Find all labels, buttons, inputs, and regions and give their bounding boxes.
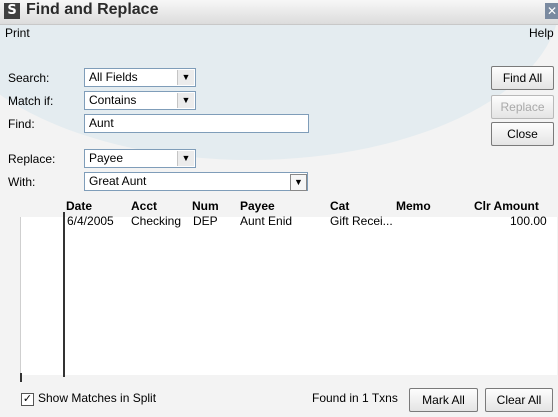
match-label: Match if: [8,94,54,108]
replace-field-select[interactable]: Payee ▼ [84,149,196,168]
search-select[interactable]: All Fields ▼ [84,68,196,87]
title-bar: S Find and Replace ✕ [0,0,558,25]
chevron-down-icon[interactable]: ▼ [177,93,194,108]
found-count-text: Found in 1 Txns [312,391,398,405]
col-header-clr-amount[interactable]: Clr Amount [474,199,539,213]
find-input-value: Aunt [89,116,114,130]
col-header-memo[interactable]: Memo [396,199,431,213]
menu-help[interactable]: Help [529,26,554,40]
with-input-value: Great Aunt [89,174,147,188]
show-matches-checkbox[interactable]: ✓ [21,393,34,406]
window-title: Find and Replace [26,1,159,18]
find-input[interactable]: Aunt [84,114,309,133]
search-select-value: All Fields [89,70,138,84]
cell-num: DEP [193,214,218,228]
cell-amount: 100.00 [510,214,547,228]
col-header-payee[interactable]: Payee [240,199,275,213]
find-all-button[interactable]: Find All [491,66,554,90]
col-header-acct[interactable]: Acct [131,199,157,213]
find-label: Find: [8,117,35,131]
cell-cat: Gift Recei... [330,214,393,228]
replace-label: Replace: [8,152,56,166]
match-select-value: Contains [89,93,137,107]
match-select[interactable]: Contains ▼ [84,91,196,110]
dropdown-arrow-icon[interactable]: ▼ [290,174,307,191]
chevron-down-icon[interactable]: ▼ [177,70,194,85]
cell-payee: Aunt Enid [240,214,293,228]
column-divider [63,212,65,377]
menu-bar: Print Help [0,24,558,42]
col-header-cat[interactable]: Cat [330,199,349,213]
find-replace-window: S Find and Replace ✕ Print Help Search: … [0,0,558,417]
results-grid[interactable] [20,217,557,375]
chevron-down-icon[interactable]: ▼ [177,151,194,166]
replace-select-value: Payee [89,151,124,165]
col-header-date[interactable]: Date [66,199,92,213]
with-input[interactable]: Great Aunt ▼ [84,172,308,191]
replace-button[interactable]: Replace [491,95,554,119]
show-matches-label[interactable]: Show Matches in Split [38,391,156,405]
menu-print[interactable]: Print [5,26,30,40]
search-label: Search: [8,71,50,85]
cell-acct: Checking [131,214,182,228]
cell-date: 6/4/2005 [67,214,114,228]
clear-all-button[interactable]: Clear All [485,388,553,412]
with-label: With: [8,175,36,189]
app-logo-icon: S [4,3,20,19]
close-button[interactable]: Close [491,122,554,146]
col-header-num[interactable]: Num [192,199,219,213]
close-window-icon[interactable]: ✕ [545,3,558,19]
mark-all-button[interactable]: Mark All [409,388,478,412]
tick-mark [20,373,22,382]
